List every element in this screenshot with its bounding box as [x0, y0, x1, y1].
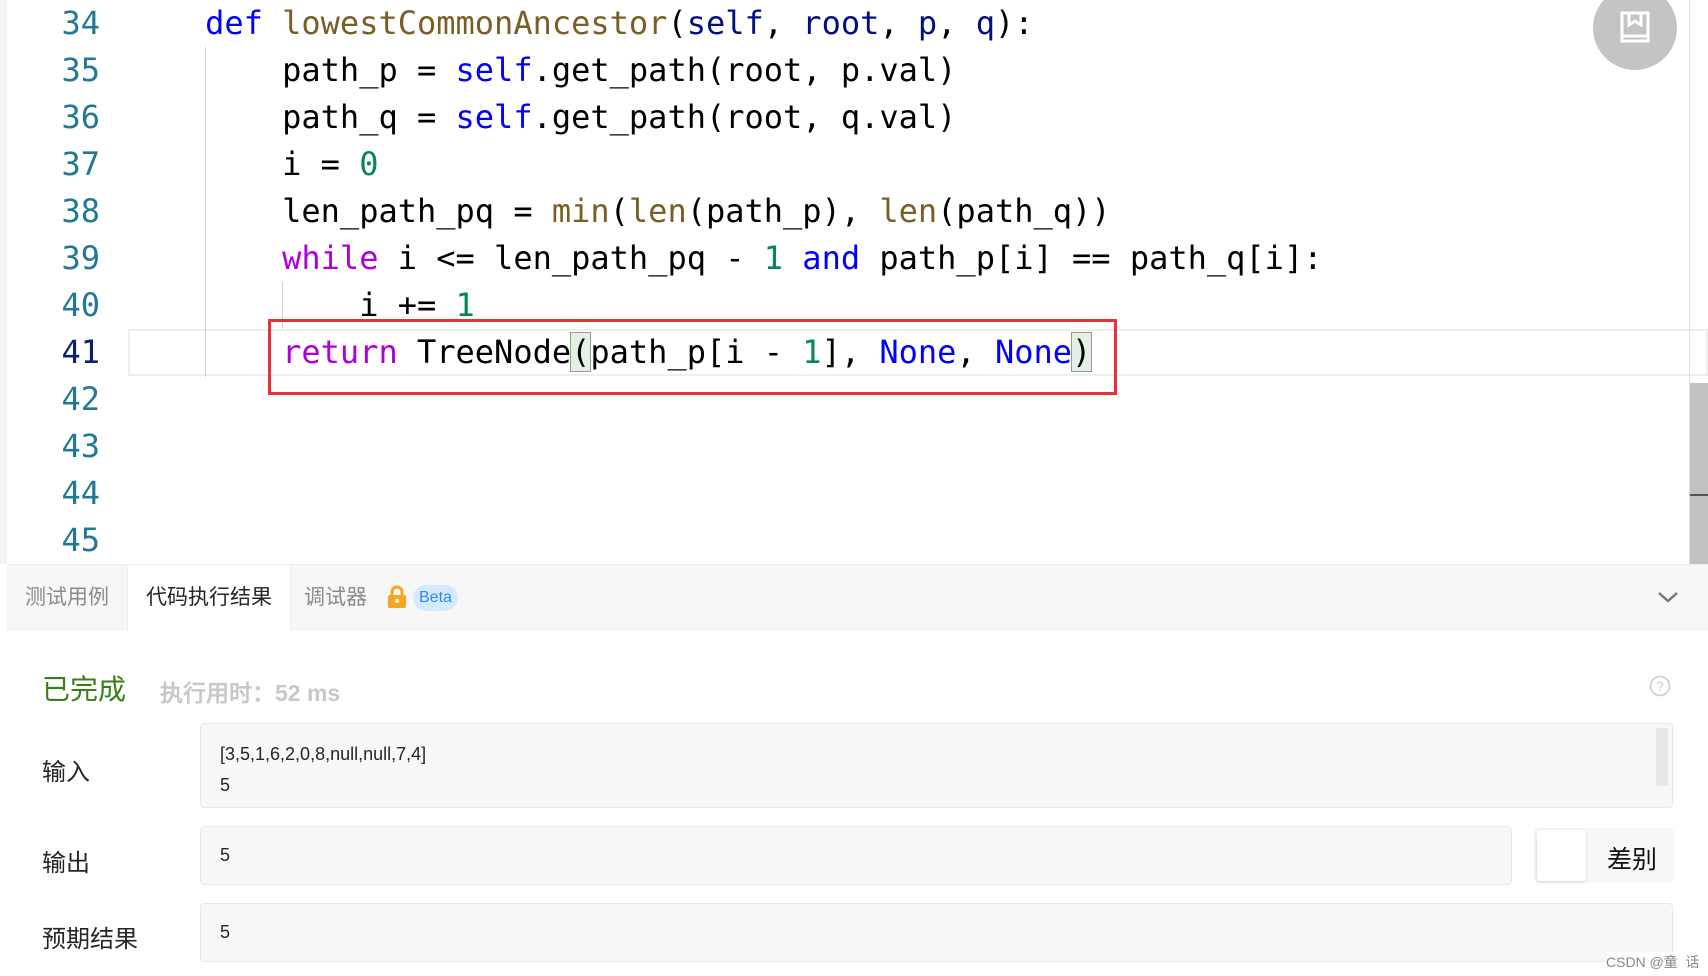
chevron-down-icon[interactable] — [1657, 587, 1679, 607]
code-line-34: def lowestCommonAncestor(self, root, p, … — [205, 4, 1034, 42]
output-label: 输出 — [42, 850, 90, 877]
tab-run-result[interactable]: 代码执行结果 — [127, 565, 291, 632]
watermark: CSDN @童 话 — [1606, 952, 1700, 972]
notes-button[interactable] — [1593, 0, 1677, 70]
line-number: 43 — [61, 427, 100, 465]
input-scrollbar[interactable] — [1656, 728, 1668, 786]
diff-label: 差别 — [1607, 846, 1658, 874]
code-line-36: path_q = self.get_path(root, q.val) — [128, 98, 957, 136]
tab-debugger[interactable]: 调试器 — [286, 565, 385, 631]
status-text: 已完成 — [42, 674, 127, 705]
line-number: 35 — [61, 51, 100, 89]
line-number: 37 — [61, 145, 100, 183]
beta-badge: Beta — [413, 585, 458, 611]
lock-icon — [388, 585, 406, 608]
line-number: 45 — [61, 521, 100, 559]
diff-toggle-knob[interactable] — [1537, 830, 1586, 881]
highlight-box — [268, 319, 1117, 395]
editor-scrollbar[interactable] — [1689, 0, 1708, 564]
diff-toggle[interactable]: 差别 — [1534, 828, 1674, 883]
input-box[interactable]: [3,5,1,6,2,0,8,null,null,7,4] 5 — [200, 723, 1673, 808]
code-line-39: while i <= len_path_pq - 1 and path_p[i]… — [282, 239, 1323, 277]
exec-time: 执行用时：52 ms — [160, 680, 341, 706]
line-number: 44 — [61, 474, 100, 512]
line-number: 34 — [61, 4, 100, 42]
input-label: 输入 — [42, 759, 90, 786]
scrollbar-thumb[interactable] — [1690, 383, 1708, 564]
line-number: 36 — [61, 98, 100, 136]
book-icon — [1620, 11, 1650, 43]
input-line: 5 — [220, 775, 231, 795]
line-number: 41 — [61, 333, 100, 371]
line-number: 38 — [61, 192, 100, 230]
code-line-35: path_p = self.get_path(root, p.val) — [128, 51, 957, 89]
output-box: 5 — [200, 826, 1512, 885]
bottom-panel-tabs: 测试用例 代码执行结果 调试器 Beta — [7, 564, 1708, 632]
input-line: [3,5,1,6,2,0,8,null,null,7,4] — [220, 744, 427, 764]
expected-label: 预期结果 — [42, 926, 138, 953]
code-editor[interactable]: 34 35 36 37 38 39 40 41 42 43 44 45 def lowestCommo… — [0, 0, 1708, 564]
tab-test-cases[interactable]: 测试用例 — [7, 565, 127, 631]
code-line-38: len_path_pq = min(len(path_p), len(path_… — [128, 192, 1111, 230]
expected-box: 5 — [200, 903, 1673, 962]
line-number: 39 — [61, 239, 100, 277]
code-line-37: i = 0 — [128, 145, 379, 183]
svg-text:?: ? — [1656, 678, 1664, 694]
line-number: 42 — [61, 380, 100, 418]
line-number: 40 — [61, 286, 100, 324]
help-icon[interactable]: ? — [1649, 675, 1671, 697]
